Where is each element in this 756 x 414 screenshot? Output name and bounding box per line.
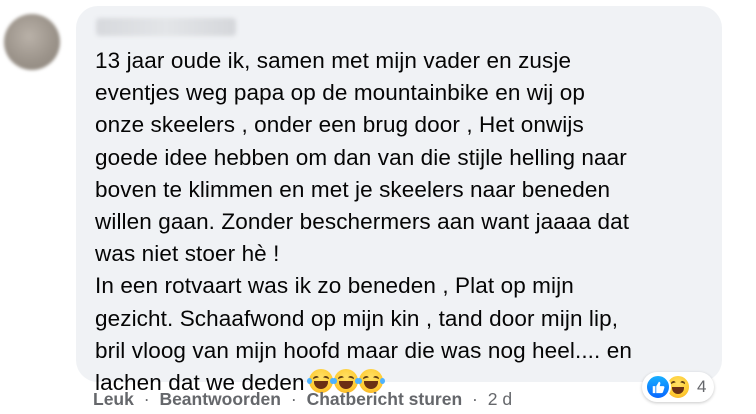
author-name-blurred[interactable]: [96, 18, 236, 36]
reply-button[interactable]: Beantwoorden: [159, 389, 281, 409]
comment-text: 13 jaar oude ik, samen met mijn vader en…: [95, 45, 715, 402]
like-icon: [645, 374, 671, 400]
avatar[interactable]: [4, 14, 60, 70]
comment-body: 13 jaar oude ik, samen met mijn vader en…: [95, 48, 632, 396]
send-message-button[interactable]: Chatbericht sturen: [307, 389, 463, 409]
reactions-summary[interactable]: 4: [642, 372, 715, 402]
like-button[interactable]: Leuk: [93, 389, 134, 409]
reaction-count: 4: [697, 377, 707, 396]
comment-bubble: 13 jaar oude ik, samen met mijn vader en…: [76, 6, 722, 395]
separator: ·: [290, 389, 297, 409]
comment-actions: Leuk · Beantwoorden · Chatbericht sturen…: [93, 388, 512, 410]
separator: ·: [143, 389, 150, 409]
separator: ·: [472, 389, 478, 409]
comment: 13 jaar oude ik, samen met mijn vader en…: [0, 0, 756, 414]
timestamp[interactable]: 2 d: [488, 389, 512, 409]
